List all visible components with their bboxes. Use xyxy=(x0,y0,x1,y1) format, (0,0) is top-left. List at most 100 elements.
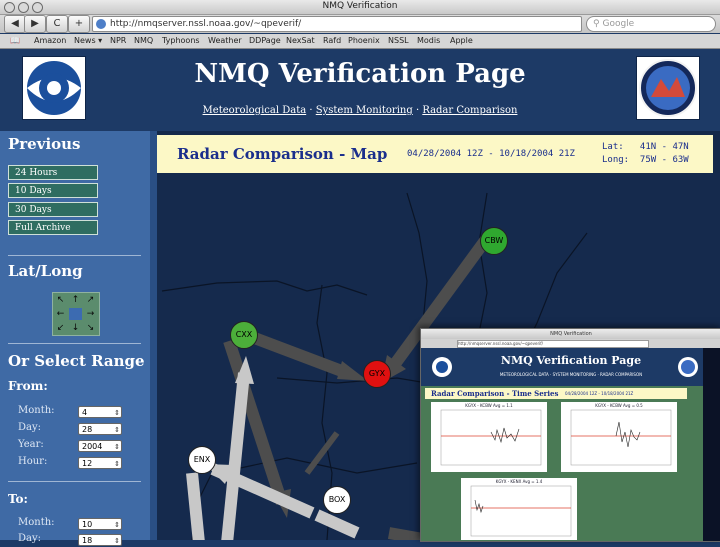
period-full-archive-button[interactable]: Full Archive xyxy=(8,220,98,235)
from-month-label: Month: xyxy=(18,405,55,416)
nav-separator: · xyxy=(415,105,420,116)
bookmark-item[interactable]: Rafd xyxy=(323,36,341,45)
nav-separator: · xyxy=(309,105,313,116)
to-month-value: 10 xyxy=(82,520,93,529)
search-field[interactable]: ⚲ Google xyxy=(586,16,716,32)
divider xyxy=(8,343,141,344)
to-day-select[interactable]: 18 ⇕ xyxy=(78,534,122,546)
lat-long-direction-pad: ↖ ↑ ↗ ← → ↙ ↓ ↘ xyxy=(52,292,100,336)
station-gyx[interactable]: GYX xyxy=(363,360,391,388)
nav-radar-comparison[interactable]: Radar Comparison xyxy=(422,105,517,116)
noaa-logo-small-icon xyxy=(432,357,452,377)
from-month-select[interactable]: 4 ⇕ xyxy=(78,406,122,418)
period-10-days-button[interactable]: 10 Days xyxy=(8,183,98,198)
station-box[interactable]: BOX xyxy=(323,486,351,514)
to-month-label: Month: xyxy=(18,517,55,528)
noaa-seal-icon xyxy=(27,61,81,115)
from-day-select[interactable]: 28 ⇕ xyxy=(78,423,122,435)
chart-caption: KGYX - KENX Avg = 1.4 xyxy=(495,479,543,484)
us-map-icon[interactable] xyxy=(69,308,82,320)
overlay-page-title: NMQ Verification Page xyxy=(500,354,642,367)
overlay-title-bar: NMQ Verification xyxy=(421,329,720,339)
spinner-icon: ⇕ xyxy=(114,409,120,417)
pan-southeast-arrow-icon[interactable]: ↘ xyxy=(84,322,97,334)
spinner-icon: ⇕ xyxy=(114,426,120,434)
url-text: http://nmqserver.nssl.noaa.gov/~qpeverif… xyxy=(110,19,302,29)
pan-south-arrow-icon[interactable]: ↓ xyxy=(69,322,82,334)
pan-west-arrow-icon[interactable]: ← xyxy=(54,308,67,320)
back-button[interactable]: ◀ xyxy=(4,15,26,33)
sidebar-divider xyxy=(150,131,157,540)
pan-north-arrow-icon[interactable]: ↑ xyxy=(69,294,82,306)
to-day-label: Day: xyxy=(18,533,41,544)
station-cxx[interactable]: CXX xyxy=(230,321,258,349)
sidebar: Previous 24 Hours 10 Days 30 Days Full A… xyxy=(0,131,150,546)
bookmarks-book-icon[interactable]: 📖 xyxy=(10,36,20,45)
chart-caption: KGYX - KCBW Avg = 0.5 xyxy=(595,403,643,408)
globe-icon xyxy=(96,19,106,29)
spinner-icon: ⇕ xyxy=(114,460,120,468)
chart-plot xyxy=(440,409,542,466)
bookmark-item[interactable]: DDPage xyxy=(249,36,281,45)
from-year-select[interactable]: 2004 ⇕ xyxy=(78,440,122,452)
bookmark-item[interactable]: Apple xyxy=(450,36,473,45)
top-navigation: Meteorological Data · System Monitoring … xyxy=(150,105,570,116)
nav-meteorological-data[interactable]: Meteorological Data xyxy=(203,105,307,116)
date-range: 04/28/2004 12Z - 10/18/2004 21Z xyxy=(407,149,575,159)
search-placeholder: Google xyxy=(602,19,635,29)
bookmark-item[interactable]: Modis xyxy=(417,36,440,45)
pan-northwest-arrow-icon[interactable]: ↖ xyxy=(54,294,67,306)
bookmark-item[interactable]: NexSat xyxy=(286,36,315,45)
window-title: NMQ Verification xyxy=(322,1,398,11)
station-cbw[interactable]: CBW xyxy=(480,227,508,255)
forward-button[interactable]: ▶ xyxy=(24,15,46,33)
bookmark-item[interactable]: Typhoons xyxy=(162,36,200,45)
pan-southwest-arrow-icon[interactable]: ↙ xyxy=(54,322,67,334)
time-series-window[interactable]: NMQ Verification http://nmqserver.nssl.n… xyxy=(420,328,720,542)
reload-button[interactable]: C xyxy=(46,15,68,33)
previous-heading: Previous xyxy=(8,135,81,153)
bookmark-item[interactable]: Phoenix xyxy=(348,36,380,45)
spinner-icon: ⇕ xyxy=(114,443,120,451)
nssl-logo-small-icon xyxy=(678,357,698,377)
overlay-nav: METEOROLOGICAL DATA · SYSTEM MONITORING … xyxy=(499,372,643,377)
noaa-logo xyxy=(22,56,86,120)
time-series-header: Radar Comparison - Time Series 04/28/200… xyxy=(425,388,687,399)
chart-caption: KGYX - KCBW Avg = 1.1 xyxy=(465,403,513,408)
latlong-heading: Lat/Long xyxy=(8,262,83,280)
add-bookmark-button[interactable]: + xyxy=(68,15,90,33)
bookmark-item[interactable]: NMQ xyxy=(134,36,153,45)
browser-title-bar: NMQ Verification xyxy=(0,0,720,15)
to-month-select[interactable]: 10 ⇕ xyxy=(78,518,122,530)
pan-east-arrow-icon[interactable]: → xyxy=(84,308,97,320)
from-year-label: Year: xyxy=(18,439,44,450)
station-enx[interactable]: ENX xyxy=(188,446,216,474)
overlay-header: NMQ Verification Page METEOROLOGICAL DAT… xyxy=(421,348,720,386)
page-header: NMQ Verification Page Meteorological Dat… xyxy=(0,49,720,131)
nav-system-monitoring[interactable]: System Monitoring xyxy=(316,105,413,116)
overlay-edge-shadow xyxy=(703,348,720,541)
bookmark-item[interactable]: NPR xyxy=(110,36,126,45)
period-30-days-button[interactable]: 30 Days xyxy=(8,202,98,217)
nssl-logo xyxy=(636,56,700,120)
bookmark-item[interactable]: Weather xyxy=(208,36,242,45)
period-24-hours-button[interactable]: 24 Hours xyxy=(8,165,98,180)
spinner-icon: ⇕ xyxy=(114,521,120,529)
from-hour-select[interactable]: 12 ⇕ xyxy=(78,457,122,469)
time-series-title: Radar Comparison - Time Series xyxy=(431,389,559,398)
overlay-address-bar[interactable]: http://nmqserver.nssl.noaa.gov/~qpeverif… xyxy=(457,340,649,348)
bookmark-item[interactable]: News ▾ xyxy=(74,36,102,45)
bookmark-item[interactable]: NSSL xyxy=(388,36,409,45)
divider xyxy=(8,481,141,482)
pan-northeast-arrow-icon[interactable]: ↗ xyxy=(84,294,97,306)
page-title: NMQ Verification Page xyxy=(194,59,526,89)
address-bar[interactable]: http://nmqserver.nssl.noaa.gov/~qpeverif… xyxy=(92,16,582,32)
nssl-seal-icon xyxy=(639,59,697,117)
from-hour-label: Hour: xyxy=(18,456,48,467)
bookmark-item[interactable]: Amazon xyxy=(34,36,66,45)
chart-plot xyxy=(470,485,572,537)
magnifier-icon: ⚲ xyxy=(593,19,600,29)
radar-map-title: Radar Comparison - Map xyxy=(177,145,388,163)
time-series-chart: KGYX - KENX Avg = 1.4 xyxy=(461,478,577,540)
from-day-label: Day: xyxy=(18,422,41,433)
